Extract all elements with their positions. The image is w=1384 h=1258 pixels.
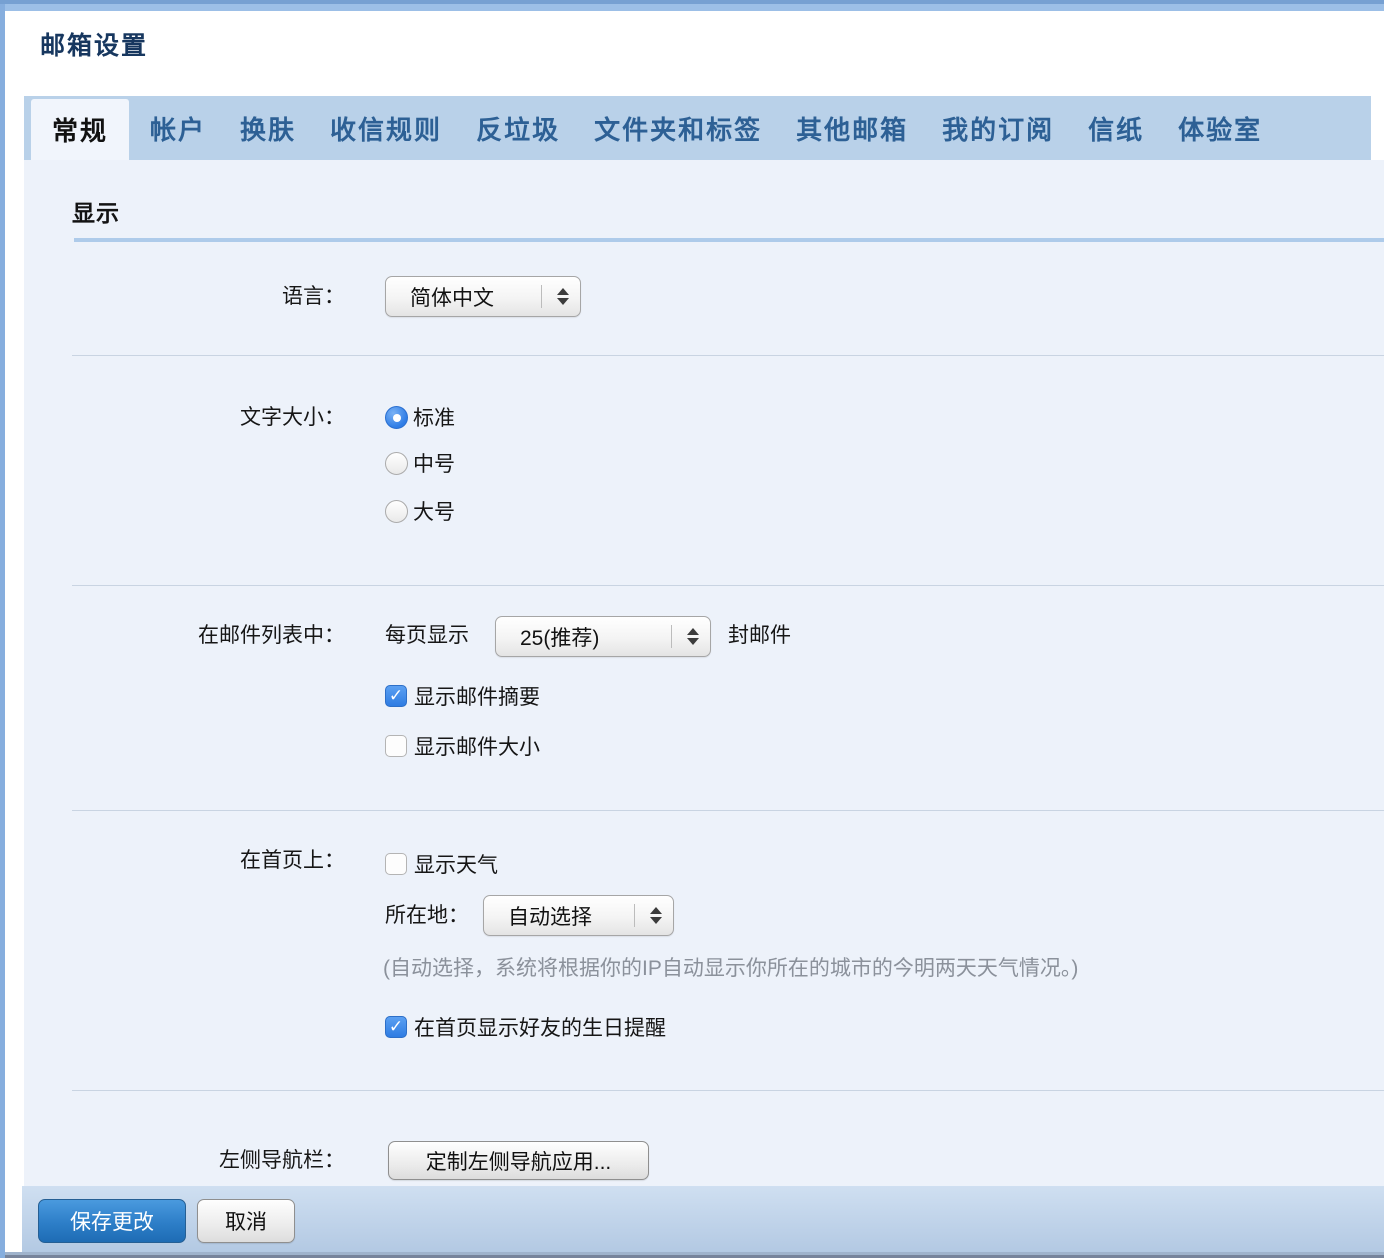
per-page-select-value: 25(推荐) (496, 622, 599, 652)
divider (72, 810, 1384, 811)
radio-label: 标准 (413, 402, 455, 432)
check-icon: ✓ (386, 1017, 406, 1037)
language-label: 语言： (45, 283, 345, 310)
checkbox-label: 显示天气 (414, 849, 498, 879)
tab-mail-rules[interactable]: 收信规则 (330, 96, 442, 160)
select-arrows-icon (687, 617, 699, 656)
settings-content-area (24, 160, 1384, 1186)
language-select[interactable]: 简体中文 (385, 276, 581, 317)
divider (72, 1090, 1384, 1091)
radio-icon (385, 406, 408, 429)
tab-my-subscriptions[interactable]: 我的订阅 (942, 96, 1054, 160)
radio-icon (385, 452, 408, 475)
radio-label: 中号 (413, 448, 455, 478)
location-select[interactable]: 自动选择 (483, 895, 674, 936)
tab-label: 文件夹和标签 (594, 110, 762, 147)
tab-label: 反垃圾 (476, 110, 560, 147)
tab-label: 信纸 (1088, 110, 1144, 147)
mail-list-label: 在邮件列表中： (45, 622, 345, 649)
tab-account[interactable]: 帐户 (150, 96, 206, 160)
mail-settings-page: 邮箱设置 常规 帐户 换肤 收信规则 反垃圾 文件夹和标签 其他邮箱 我的订阅 … (0, 0, 1384, 1258)
checkbox-birthday-reminder[interactable]: ✓ 在首页显示好友的生日提醒 (385, 1012, 666, 1042)
tab-general[interactable]: 常规 (31, 99, 129, 160)
settings-tabbar: 常规 帐户 换肤 收信规则 反垃圾 文件夹和标签 其他邮箱 我的订阅 信纸 体验… (24, 96, 1371, 160)
divider (72, 585, 1384, 586)
button-label: 取消 (225, 1206, 267, 1236)
per-page-select[interactable]: 25(推荐) (495, 616, 711, 657)
section-underline (74, 238, 1384, 242)
checkbox-icon: ✓ (385, 685, 407, 707)
tab-label: 我的订阅 (942, 110, 1054, 147)
homepage-label: 在首页上： (45, 847, 345, 874)
left-nav-label: 左侧导航栏： (45, 1147, 345, 1174)
tab-label: 其他邮箱 (796, 110, 908, 147)
checkbox-show-mail-summary[interactable]: ✓ 显示邮件摘要 (385, 681, 540, 711)
checkbox-label: 显示邮件大小 (414, 731, 540, 761)
tab-label: 体验室 (1178, 110, 1262, 147)
select-separator (671, 625, 672, 648)
tab-antispam[interactable]: 反垃圾 (476, 96, 560, 160)
tab-label: 帐户 (150, 110, 206, 147)
checkbox-label: 显示邮件摘要 (414, 681, 540, 711)
tab-lab[interactable]: 体验室 (1178, 96, 1262, 160)
select-separator (541, 285, 542, 308)
tab-folders-labels[interactable]: 文件夹和标签 (594, 96, 762, 160)
language-select-value: 简体中文 (386, 282, 494, 312)
radio-text-size-large[interactable]: 大号 (385, 496, 455, 526)
cancel-button[interactable]: 取消 (197, 1199, 295, 1243)
checkbox-icon: ✓ (385, 1016, 407, 1038)
tab-label: 收信规则 (330, 110, 442, 147)
tab-other-mailboxes[interactable]: 其他邮箱 (796, 96, 908, 160)
section-title-display: 显示 (72, 194, 120, 228)
tab-stationery[interactable]: 信纸 (1088, 96, 1144, 160)
radio-label: 大号 (413, 496, 455, 526)
location-label: 所在地： (385, 902, 469, 929)
window-frame-top-inner (0, 4, 1384, 11)
radio-text-size-standard[interactable]: 标准 (385, 402, 455, 432)
customize-left-nav-button[interactable]: 定制左侧导航应用... (388, 1141, 649, 1180)
tab-skin[interactable]: 换肤 (240, 96, 296, 160)
text-size-label: 文字大小： (45, 404, 345, 431)
checkbox-show-weather[interactable]: ✓ 显示天气 (385, 849, 498, 879)
page-title: 邮箱设置 (40, 26, 148, 62)
divider (72, 355, 1384, 356)
checkbox-icon: ✓ (385, 735, 407, 757)
location-select-value: 自动选择 (484, 901, 592, 931)
save-changes-button[interactable]: 保存更改 (38, 1199, 186, 1243)
tab-label: 换肤 (240, 110, 296, 147)
select-arrows-icon (650, 896, 662, 935)
select-separator (634, 904, 635, 927)
radio-text-size-medium[interactable]: 中号 (385, 448, 455, 478)
button-label: 定制左侧导航应用... (426, 1146, 612, 1176)
checkbox-icon: ✓ (385, 853, 407, 875)
checkbox-label: 在首页显示好友的生日提醒 (414, 1012, 666, 1042)
per-page-prefix: 每页显示 (385, 622, 469, 649)
check-icon: ✓ (386, 686, 406, 706)
per-page-suffix: 封邮件 (728, 622, 791, 649)
location-note: (自动选择，系统将根据你的IP自动显示你所在的城市的今明两天天气情况。) (383, 955, 1078, 982)
radio-icon (385, 500, 408, 523)
checkbox-show-mail-size[interactable]: ✓ 显示邮件大小 (385, 731, 540, 761)
button-label: 保存更改 (70, 1206, 154, 1236)
tab-label: 常规 (52, 111, 108, 148)
select-arrows-icon (557, 277, 569, 316)
